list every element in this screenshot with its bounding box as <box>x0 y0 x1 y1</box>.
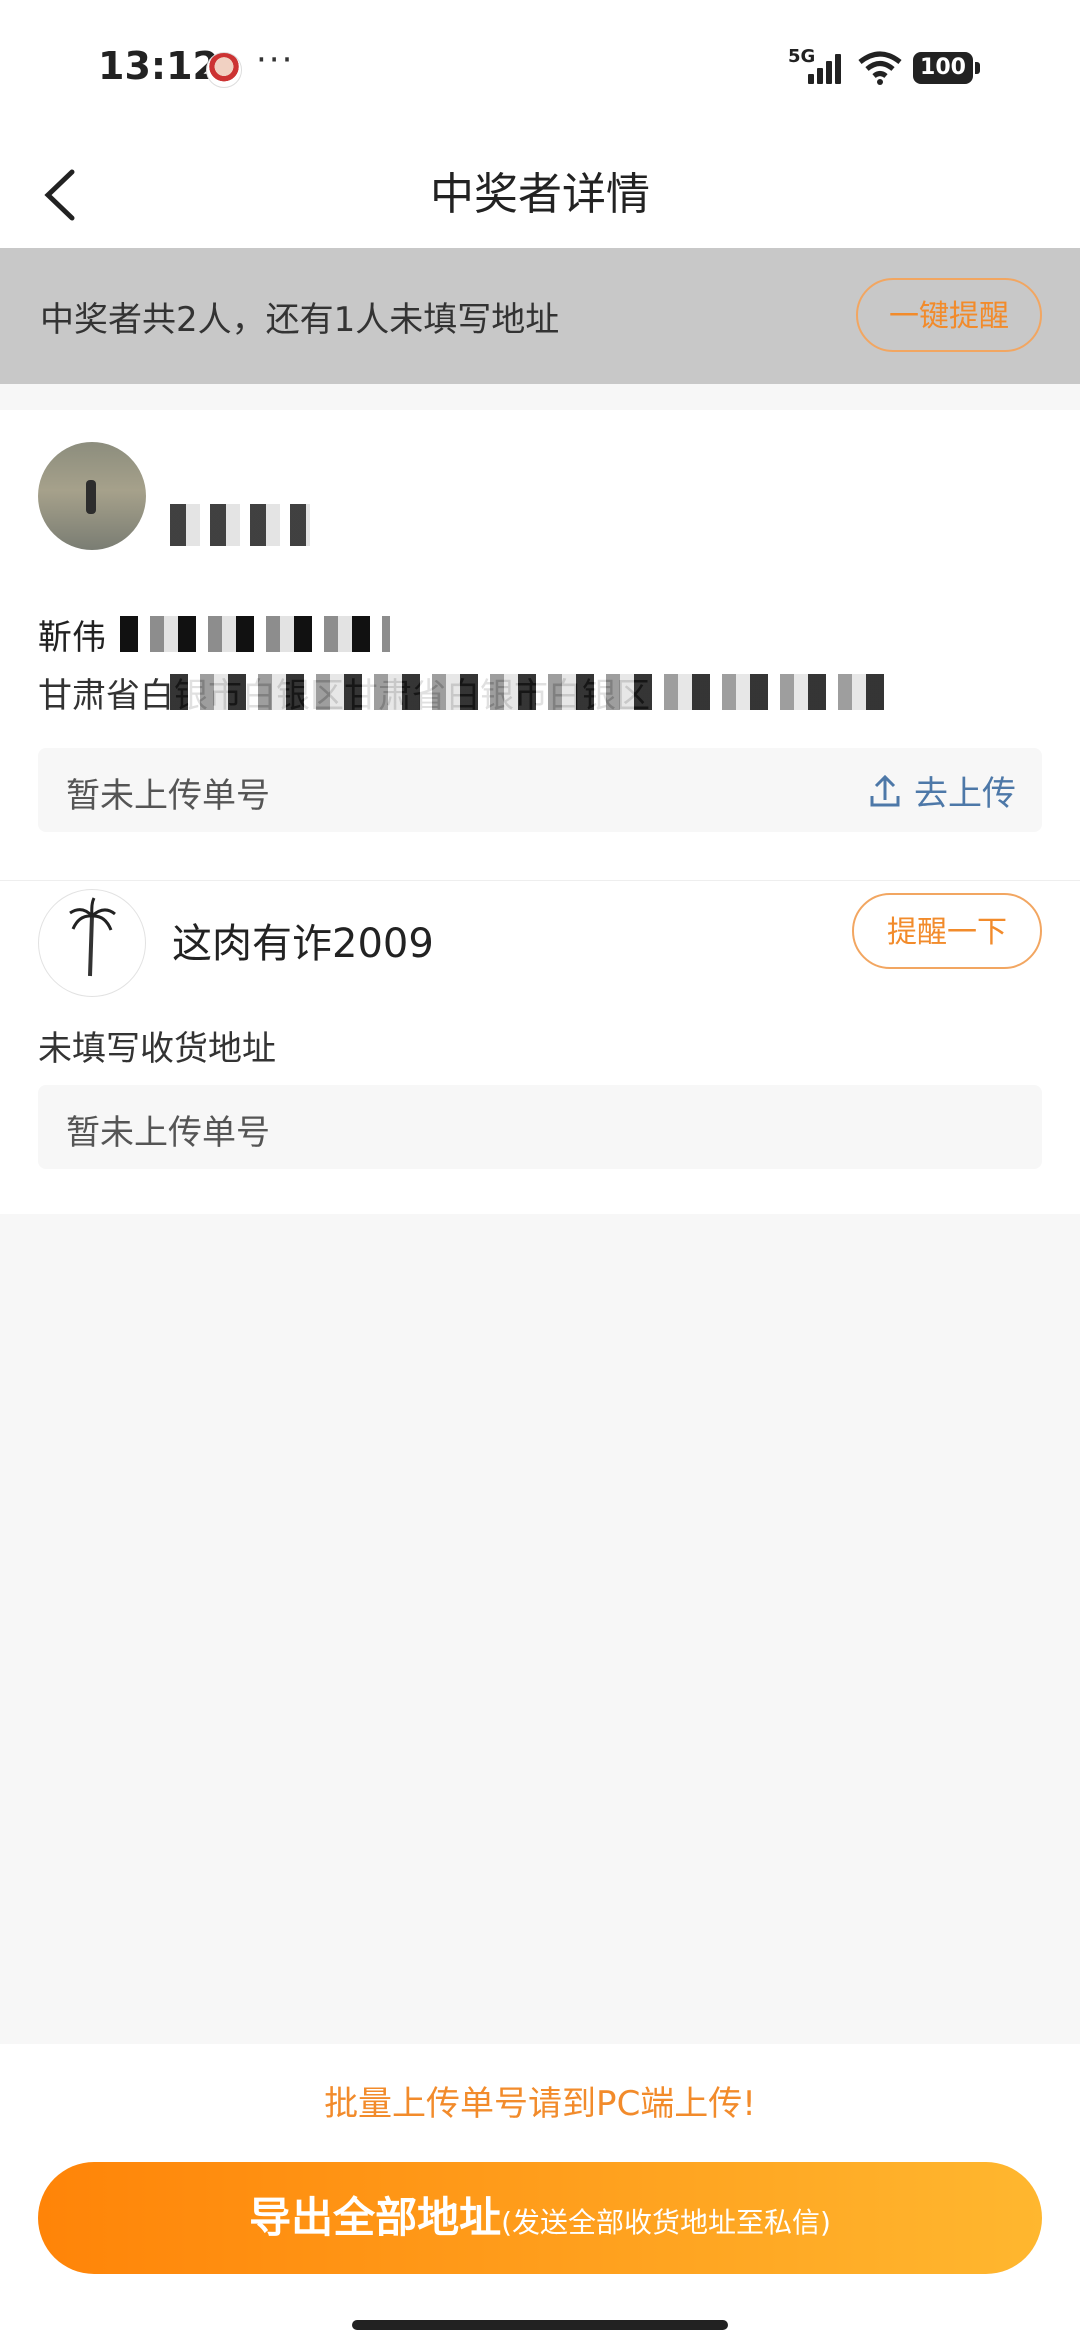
navigation-bar: 中奖者详情 <box>0 140 1080 248</box>
winner-list: 靳伟 甘肃省白银市白银区甘肃省白银市白银区 暂未上传单号 去上传 这肉有诈200… <box>0 410 1080 1214</box>
more-icon: ··· <box>256 40 295 80</box>
blurred-winner-name <box>170 504 310 546</box>
wifi-icon <box>858 51 902 85</box>
upload-icon <box>870 774 900 806</box>
winner-summary-text: 中奖者共2人，还有1人未填写地址 <box>40 300 560 340</box>
export-all-addresses-button[interactable]: 导出全部地址(发送全部收货地址至私信) <box>38 2162 1042 2274</box>
remind-all-button[interactable]: 一键提醒 <box>856 278 1042 352</box>
upload-tracking-button[interactable]: 去上传 <box>866 766 1016 815</box>
footer-panel: 批量上传单号请到PC端上传! 导出全部地址(发送全部收货地址至私信) <box>0 2044 1080 2347</box>
address-missing-text: 未填写收货地址 <box>38 1029 276 1069</box>
export-button-label: 导出全部地址 <box>249 2193 502 2242</box>
home-indicator <box>352 2320 728 2330</box>
palm-tree-icon <box>69 897 116 977</box>
address-redaction <box>170 674 890 710</box>
status-time: 13:12 <box>98 44 219 88</box>
tracking-status: 暂未上传单号 <box>66 1113 270 1153</box>
upload-button-label: 去上传 <box>914 774 1016 814</box>
winner-card-2: 这肉有诈2009 提醒一下 未填写收货地址 暂未上传单号 <box>0 880 1080 1171</box>
tracking-number-box: 暂未上传单号 去上传 <box>38 748 1042 832</box>
phone-redaction <box>120 616 390 652</box>
winner-summary-banner: 中奖者共2人，还有1人未填写地址 一键提醒 <box>0 248 1080 384</box>
export-button-subtitle: (发送全部收货地址至私信) <box>501 2206 831 2239</box>
tracking-number-box: 暂未上传单号 <box>38 1085 1042 1169</box>
avatar <box>38 442 146 550</box>
battery-icon: 100 <box>913 52 980 84</box>
signal-icon <box>808 52 844 84</box>
remind-button[interactable]: 提醒一下 <box>852 893 1042 969</box>
avatar <box>38 889 146 997</box>
page-title: 中奖者详情 <box>430 169 650 220</box>
batch-upload-tip: 批量上传单号请到PC端上传! <box>324 2084 756 2124</box>
winner-name: 这肉有诈2009 <box>172 921 434 967</box>
tracking-status: 暂未上传单号 <box>66 776 270 816</box>
winner-card-1: 靳伟 甘肃省白银市白银区甘肃省白银市白银区 暂未上传单号 去上传 <box>0 442 1080 832</box>
status-avatar-icon <box>206 52 242 88</box>
winner-phone: 靳伟 <box>38 618 106 658</box>
status-bar: 13:12 ··· 5G 100 <box>0 0 1080 140</box>
